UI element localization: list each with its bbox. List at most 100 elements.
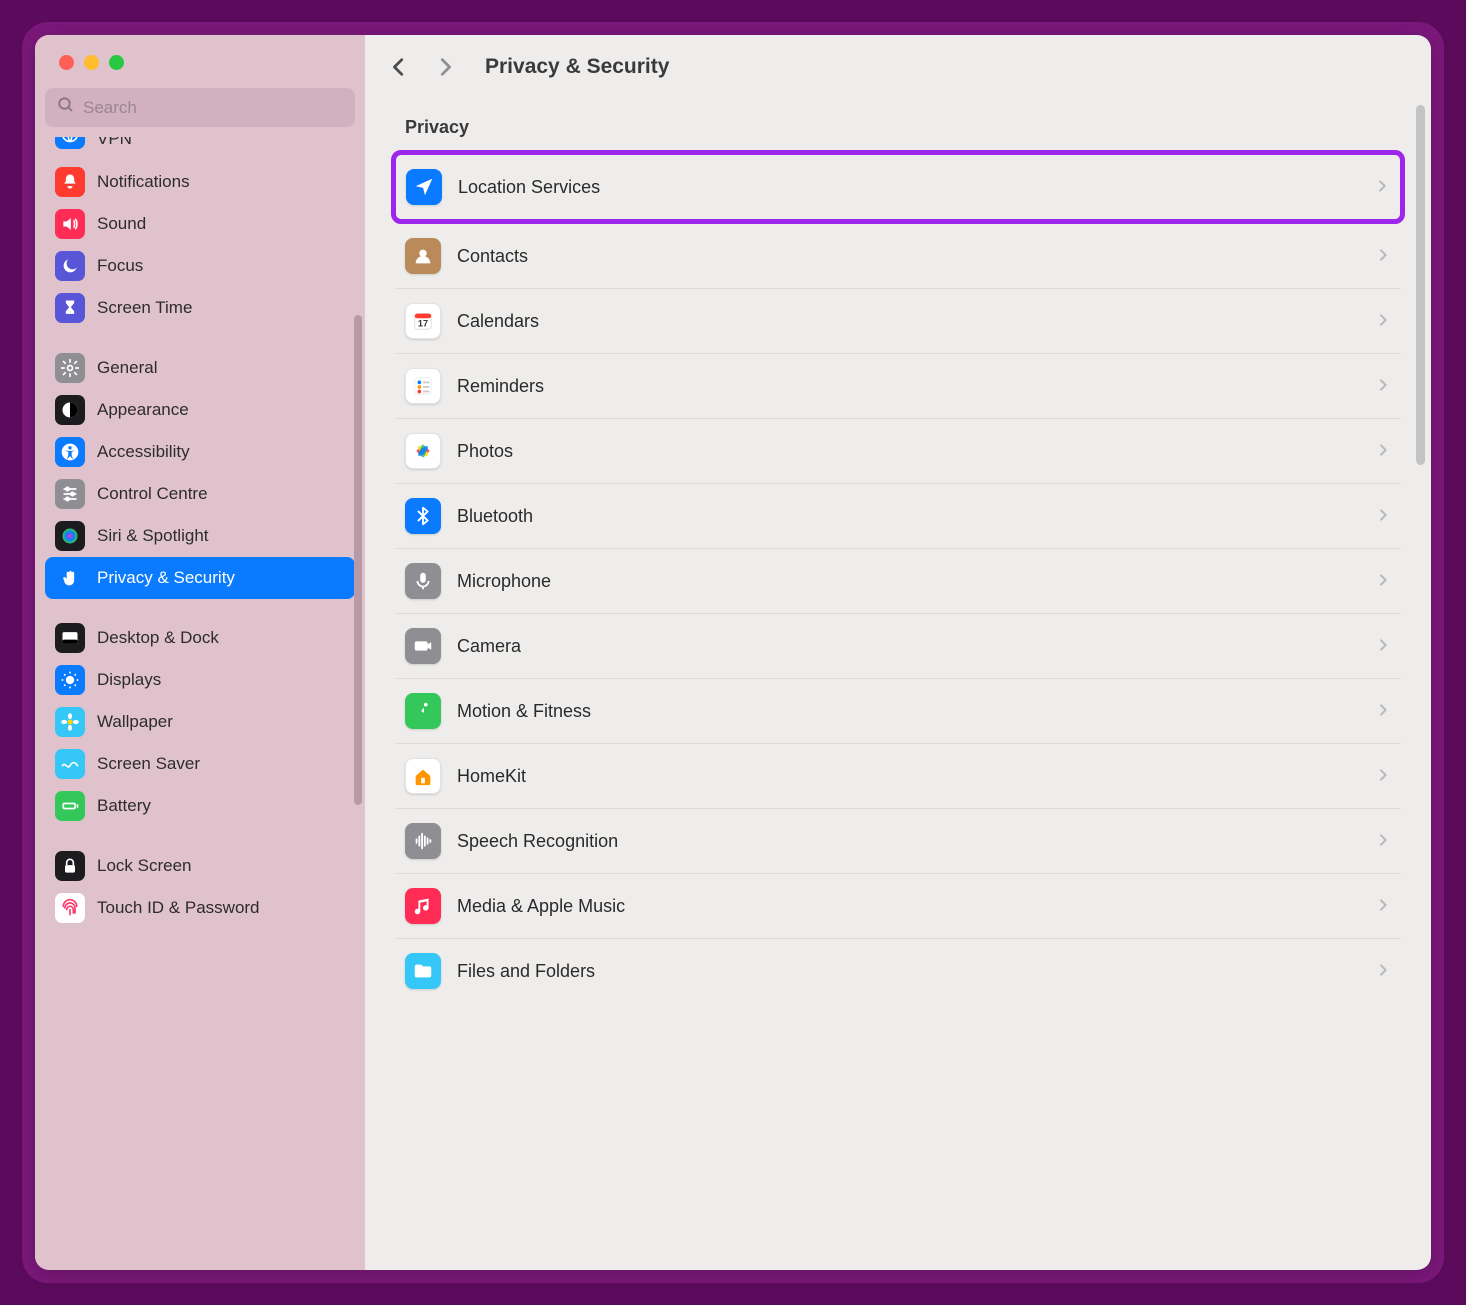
chevron-right-icon <box>1375 308 1391 334</box>
privacy-row-location-services[interactable]: Location Services <box>396 155 1400 219</box>
sliders-icon <box>55 479 85 509</box>
privacy-row-homekit[interactable]: HomeKit <box>395 744 1401 809</box>
forward-button[interactable] <box>431 53 459 81</box>
sidebar-item-label: Accessibility <box>97 442 190 462</box>
sidebar-item-label: Focus <box>97 256 143 276</box>
sidebar-item-displays[interactable]: Displays <box>45 659 355 701</box>
chevron-right-icon <box>1375 958 1391 984</box>
fullscreen-window-button[interactable] <box>109 55 124 70</box>
privacy-row-calendars[interactable]: 17 Calendars <box>395 289 1401 354</box>
sidebar-item-screen-saver[interactable]: Screen Saver <box>45 743 355 785</box>
chevron-right-icon <box>1375 763 1391 789</box>
content-scrollbar[interactable] <box>1416 105 1425 465</box>
svg-text:17: 17 <box>418 319 428 329</box>
bell-icon <box>55 167 85 197</box>
waveform-icon <box>405 823 441 859</box>
privacy-row-media-apple-music[interactable]: Media & Apple Music <box>395 874 1401 939</box>
sidebar-item-siri-spotlight[interactable]: Siri & Spotlight <box>45 515 355 557</box>
sidebar-item-label: VPN <box>97 137 132 149</box>
folder-icon <box>405 953 441 989</box>
sidebar-item-accessibility[interactable]: Accessibility <box>45 431 355 473</box>
hand-icon <box>55 563 85 593</box>
sun-icon <box>55 665 85 695</box>
sidebar-item-label: Desktop & Dock <box>97 628 219 648</box>
sidebar-item-focus[interactable]: Focus <box>45 245 355 287</box>
privacy-row-files-and-folders[interactable]: Files and Folders <box>395 939 1401 1003</box>
privacy-row-camera[interactable]: Camera <box>395 614 1401 679</box>
settings-window: VPN Notifications Sound Focus Screen Time G… <box>35 35 1431 1270</box>
privacy-row-microphone[interactable]: Microphone <box>395 549 1401 614</box>
sidebar-item-desktop-dock[interactable]: Desktop & Dock <box>45 617 355 659</box>
sidebar-item-label: Displays <box>97 670 161 690</box>
sidebar-item-touch-id-password[interactable]: Touch ID & Password <box>45 887 355 929</box>
wave-icon <box>55 749 85 779</box>
row-label: Files and Folders <box>457 961 1375 982</box>
fingerprint-icon <box>55 893 85 923</box>
hourglass-icon <box>55 293 85 323</box>
sidebar-item-notifications[interactable]: Notifications <box>45 161 355 203</box>
row-label: Calendars <box>457 311 1375 332</box>
sidebar-item-screen-time[interactable]: Screen Time <box>45 287 355 329</box>
sidebar-item-label: Control Centre <box>97 484 208 504</box>
chevron-right-icon <box>1375 568 1391 594</box>
sidebar-item-label: Sound <box>97 214 146 234</box>
page-title: Privacy & Security <box>485 55 669 79</box>
reminders-icon <box>405 368 441 404</box>
content-pane: Privacy & Security Privacy Location Serv… <box>365 35 1431 1270</box>
privacy-row-contacts[interactable]: Contacts <box>395 224 1401 289</box>
sidebar-list[interactable]: VPN Notifications Sound Focus Screen Time G… <box>35 137 365 1270</box>
row-label: Photos <box>457 441 1375 462</box>
globe-icon <box>55 137 85 149</box>
sidebar-item-vpn[interactable]: VPN <box>45 137 355 155</box>
sidebar-item-label: Siri & Spotlight <box>97 526 209 546</box>
search-input[interactable] <box>83 98 343 118</box>
camera-icon <box>405 628 441 664</box>
sidebar-item-label: Lock Screen <box>97 856 192 876</box>
privacy-row-bluetooth[interactable]: Bluetooth <box>395 484 1401 549</box>
toolbar: Privacy & Security <box>365 35 1431 99</box>
row-label: Contacts <box>457 246 1375 267</box>
appearance-icon <box>55 395 85 425</box>
row-label: Speech Recognition <box>457 831 1375 852</box>
contacts-icon <box>405 238 441 274</box>
sidebar-item-label: General <box>97 358 157 378</box>
home-icon <box>405 758 441 794</box>
chevron-right-icon <box>1375 373 1391 399</box>
calendar-icon: 17 <box>405 303 441 339</box>
sidebar-item-wallpaper[interactable]: Wallpaper <box>45 701 355 743</box>
privacy-row-reminders[interactable]: Reminders <box>395 354 1401 419</box>
highlight-annotation: Location Services <box>391 150 1405 224</box>
lock-icon <box>55 851 85 881</box>
sidebar-item-battery[interactable]: Battery <box>45 785 355 827</box>
privacy-row-speech-recognition[interactable]: Speech Recognition <box>395 809 1401 874</box>
siri-icon <box>55 521 85 551</box>
search-field[interactable] <box>45 88 355 127</box>
search-icon <box>57 96 75 119</box>
row-label: Reminders <box>457 376 1375 397</box>
sidebar-item-appearance[interactable]: Appearance <box>45 389 355 431</box>
close-window-button[interactable] <box>59 55 74 70</box>
row-label: Motion & Fitness <box>457 701 1375 722</box>
content-body[interactable]: Privacy Location Services Contacts 17 Calen… <box>365 99 1431 1270</box>
sidebar-item-label: Wallpaper <box>97 712 173 732</box>
sidebar-item-sound[interactable]: Sound <box>45 203 355 245</box>
sidebar-scrollbar[interactable] <box>354 315 362 805</box>
sidebar-item-label: Screen Saver <box>97 754 200 774</box>
privacy-row-motion-fitness[interactable]: Motion & Fitness <box>395 679 1401 744</box>
accessibility-icon <box>55 437 85 467</box>
chevron-right-icon <box>1375 243 1391 269</box>
sidebar-item-label: Battery <box>97 796 151 816</box>
sidebar-item-general[interactable]: General <box>45 347 355 389</box>
privacy-row-photos[interactable]: Photos <box>395 419 1401 484</box>
window-controls <box>35 35 365 84</box>
row-label: Camera <box>457 636 1375 657</box>
sidebar-item-lock-screen[interactable]: Lock Screen <box>45 845 355 887</box>
dock-icon <box>55 623 85 653</box>
section-title-privacy: Privacy <box>395 109 1401 154</box>
running-icon <box>405 693 441 729</box>
sidebar-item-privacy-security[interactable]: Privacy & Security <box>45 557 355 599</box>
sidebar-item-control-centre[interactable]: Control Centre <box>45 473 355 515</box>
sidebar-item-label: Screen Time <box>97 298 192 318</box>
back-button[interactable] <box>385 53 413 81</box>
minimize-window-button[interactable] <box>84 55 99 70</box>
